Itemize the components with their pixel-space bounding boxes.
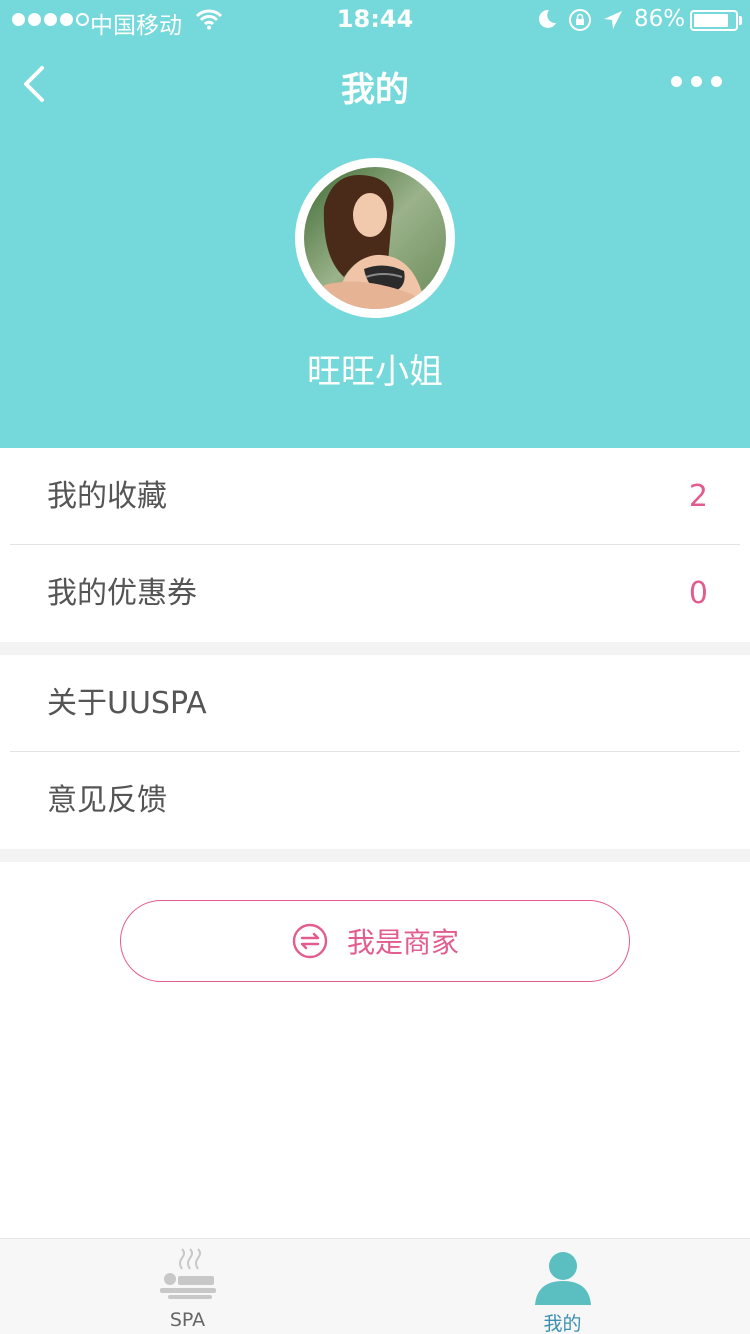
battery-percent: 86% — [634, 6, 686, 32]
rotation-lock-icon — [568, 8, 592, 38]
tab-mine[interactable]: 我的 — [375, 1239, 750, 1334]
page-title: 我的 — [341, 70, 409, 110]
tab-bar: SPA 我的 — [0, 1238, 750, 1334]
coupons-count: 0 — [688, 576, 708, 611]
merchant-switch-button[interactable]: 我是商家 — [120, 900, 630, 982]
more-button[interactable] — [671, 76, 722, 87]
menu-item-label: 关于UUSPA — [47, 686, 207, 721]
tab-mine-label: 我的 — [543, 1313, 582, 1334]
switch-icon — [292, 923, 328, 959]
menu-item-label: 意见反馈 — [47, 783, 167, 818]
back-button[interactable] — [18, 62, 58, 106]
avatar-image — [304, 167, 446, 309]
battery-icon — [690, 10, 738, 31]
menu-item-label: 我的收藏 — [47, 479, 167, 514]
menu-item-label: 我的优惠券 — [47, 576, 197, 611]
spa-icon — [158, 1247, 218, 1307]
more-dots-icon — [671, 76, 682, 87]
menu-item-favorites[interactable]: 我的收藏 2 — [0, 448, 750, 545]
favorites-count: 2 — [688, 479, 708, 514]
tab-spa[interactable]: SPA — [0, 1239, 375, 1334]
tab-spa-label: SPA — [169, 1309, 206, 1331]
moon-icon — [536, 8, 558, 36]
menu-item-about[interactable]: 关于UUSPA — [0, 655, 750, 752]
battery-tip — [739, 16, 742, 25]
location-arrow-icon — [602, 9, 624, 37]
section-separator — [0, 849, 750, 862]
section-separator — [0, 642, 750, 655]
username: 旺旺小姐 — [307, 352, 443, 392]
user-icon — [533, 1247, 593, 1309]
avatar[interactable] — [295, 158, 455, 318]
profile-header: 中国移动 18:44 86% 我的 旺旺小姐 — [0, 0, 750, 448]
menu-group-personal: 我的收藏 2 我的优惠券 0 — [0, 448, 750, 642]
menu-group-app: 关于UUSPA 意见反馈 — [0, 655, 750, 849]
status-bar: 中国移动 18:44 86% — [0, 0, 750, 40]
merchant-button-label: 我是商家 — [346, 926, 459, 959]
menu-item-coupons[interactable]: 我的优惠券 0 — [0, 545, 750, 642]
chevron-left-icon — [24, 66, 44, 102]
menu-item-feedback[interactable]: 意见反馈 — [0, 752, 750, 849]
